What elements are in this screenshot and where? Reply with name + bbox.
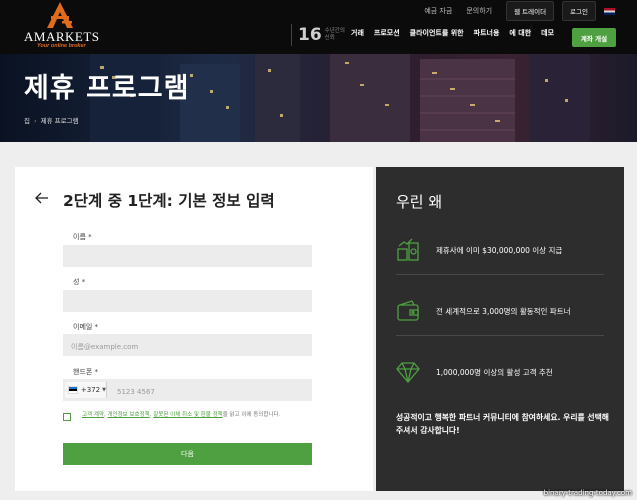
deposit-link[interactable]: 예금 자금 [424,6,452,16]
consent-text: 고객 계약, 개인정보 보호정책, 잘못된 이체 취소 및 환불 정책을 읽고 … [82,411,312,419]
first-name-label: 이름 * [73,233,92,241]
years-number: 16 [298,25,322,45]
refund-policy-link[interactable]: 잘못된 이체 취소 및 환불 정책 [153,412,222,418]
page-title: 제휴 프로그램 [24,73,190,104]
logo-a-icon [47,2,73,28]
breadcrumb: 집 › 제휴 프로그램 [24,115,79,125]
nav-item-demo[interactable]: 데모 [541,28,554,38]
country-code-select[interactable]: +372 ▼ [65,382,107,398]
why-item-text: 1,000,000명 이상의 활성 고객 추천 [436,368,553,377]
nav-item-partners[interactable]: 파트너용 [474,28,500,38]
breadcrumb-separator: › [33,117,37,125]
why-us-title: 우린 왜 [396,193,443,211]
back-arrow-icon[interactable] [35,192,49,204]
nav-item-about[interactable]: 에 대한 [509,28,531,38]
registration-form-card: 2단계 중 1단계: 기본 정보 입력 이름 * 성 * 이메일 * 핸드폰 *… [15,167,373,491]
form-step-title: 2단계 중 1단계: 기본 정보 입력 [63,192,275,210]
nav-item-promotions[interactable]: 프로모션 [374,28,400,38]
country-code-value: +372 [80,386,101,394]
why-us-panel: 우린 왜 제휴사에 이미 $30,000,000 이상 지급 전 세계적으로 3… [376,167,624,491]
last-name-input[interactable] [63,292,312,314]
consent-checkbox[interactable] [63,413,71,421]
phone-number-wrapper [109,379,309,403]
breadcrumb-current: 제휴 프로그램 [40,117,79,125]
phone-label: 핸드폰 * [73,368,99,376]
email-input[interactable] [63,336,312,358]
estonia-flag-icon [68,386,78,394]
brand-tagline: Your online broker [37,43,86,49]
client-agreement-link[interactable]: 고객 계약 [82,412,104,418]
why-us-footer: 성공적이고 행복한 파트너 커뮤니티에 참여하세요. 우리를 선택해 주셔서 감… [396,413,609,435]
chevron-down-icon: ▼ [102,387,106,393]
why-item: 제휴사에 이미 $30,000,000 이상 지급 [396,231,604,275]
why-item-text: 전 세계적으로 3,000명의 활동적인 파트너 [436,307,571,316]
watermark: binary-trading-today.com [543,489,632,497]
why-item: 전 세계적으로 3,000명의 활동적인 파트너 [396,292,604,336]
main-nav: 거래 프로모션 클라이언트를 위한 파트너용 에 대한 데모 [351,28,564,38]
wallet-icon [397,300,419,321]
last-name-field[interactable] [63,290,312,314]
diamond-icon [396,362,420,384]
web-trader-button[interactable]: 웹 트레이더 [506,1,555,21]
phone-input[interactable] [109,381,309,403]
nav-item-trading[interactable]: 거래 [351,28,364,38]
why-item: 1,000,000명 이상의 활성 고객 추천 [396,353,604,397]
consent-suffix: 을 읽고 이에 동의합니다. [222,412,281,418]
first-name-field[interactable] [63,245,312,269]
open-account-button[interactable]: 계좌 개설 [572,28,616,47]
contact-link[interactable]: 문의하기 [466,6,492,16]
phone-field[interactable]: +372 ▼ [63,379,312,403]
years-of-trust: 16 수년간의 신뢰 [291,24,351,46]
site-header: AMARKETS Your online broker 예금 자금 문의하기 웹… [0,0,637,54]
email-label: 이메일 * [73,323,99,331]
login-button[interactable]: 로그인 [562,1,596,21]
nav-item-clients[interactable]: 클라이언트를 위한 [410,28,464,38]
last-name-label: 성 * [73,278,86,286]
uk-flag-icon[interactable] [604,7,615,15]
money-growth-icon [397,238,419,261]
hero-banner: 제휴 프로그램 [0,54,637,142]
privacy-policy-link[interactable]: 개인정보 보호정책 [108,412,150,418]
breadcrumb-home[interactable]: 집 [24,117,30,125]
next-button[interactable]: 다음 [63,443,312,465]
email-field[interactable] [63,334,312,358]
years-text: 수년간의 신뢰 [324,28,345,41]
amarkets-logo[interactable]: AMARKETS Your online broker [24,2,104,50]
first-name-input[interactable] [63,247,312,269]
why-item-text: 제휴사에 이미 $30,000,000 이상 지급 [436,246,563,255]
top-utility-bar: 예금 자금 문의하기 웹 트레이더 로그인 [424,0,637,22]
